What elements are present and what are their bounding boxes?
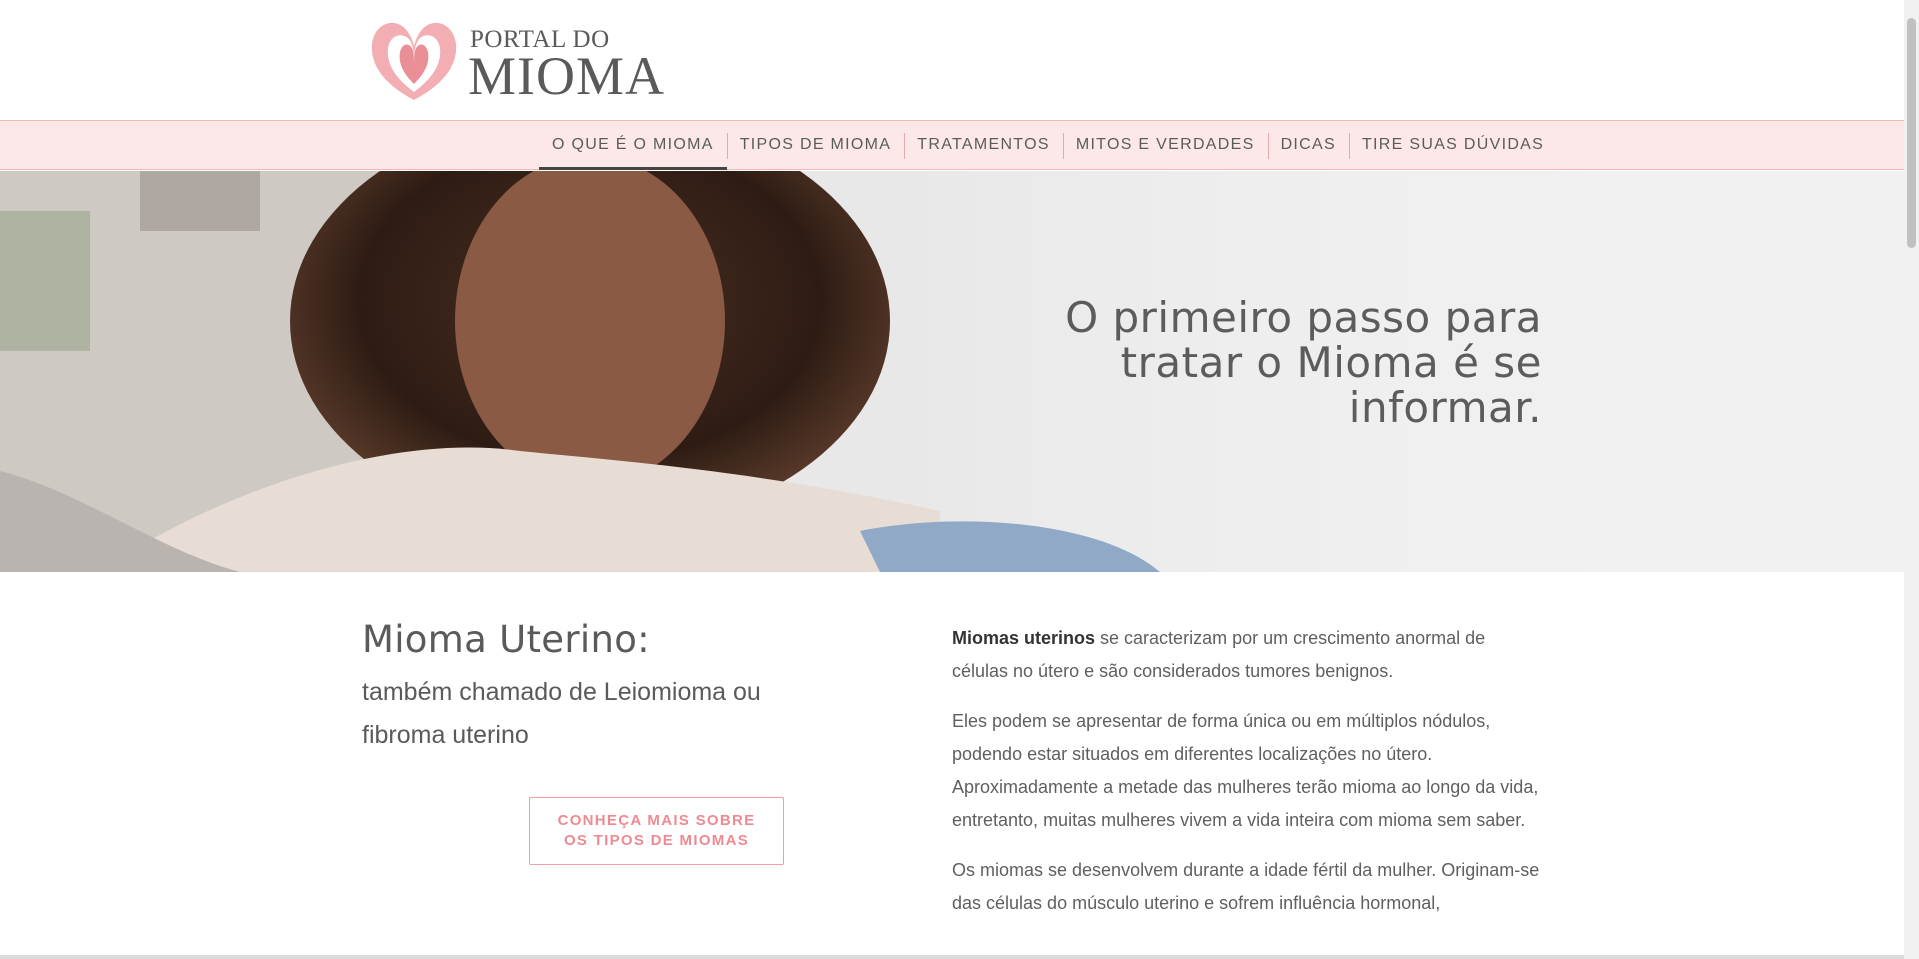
uterus-logo-icon [371, 22, 457, 100]
intro-left-column: Mioma Uterino: também chamado de Leiomio… [362, 618, 802, 757]
paragraph-2: Eles podem se apresentar de forma única … [952, 711, 1539, 830]
nav-list: O QUE É O MIOMA TIPOS DE MIOMA TRATAMENT… [539, 121, 1557, 170]
cta-label: CONHEÇA MAIS SOBRE OS TIPOS DE MIOMAS [557, 812, 756, 849]
portal-logo[interactable]: PORTAL DO MIOMA [368, 16, 664, 106]
intro-text-column: Miomas uterinos se caracterizam por um c… [952, 622, 1542, 937]
logo-text-main: MIOMA [468, 46, 666, 106]
nav-item-tratamentos[interactable]: TRATAMENTOS [904, 121, 1063, 169]
hero-woman-photo [0, 171, 1904, 572]
main-navigation: O QUE É O MIOMA TIPOS DE MIOMA TRATAMENT… [0, 120, 1904, 170]
hero-banner: O primeiro passo para tratar o Mioma é s… [0, 171, 1904, 572]
hero-title: O primeiro passo para tratar o Mioma é s… [1065, 293, 1542, 432]
page-title: Mioma Uterino: [362, 618, 650, 661]
nav-item-mitos-e-verdades[interactable]: MITOS E VERDADES [1062, 121, 1268, 169]
paragraph-1-strong: Miomas uterinos [952, 628, 1096, 648]
tipos-de-miomas-button[interactable]: CONHEÇA MAIS SOBRE OS TIPOS DE MIOMAS [529, 797, 784, 865]
scrollbar-thumb[interactable] [1907, 18, 1916, 248]
nav-item-dicas[interactable]: DICAS [1267, 121, 1349, 169]
paragraph-1: Miomas uterinos se caracterizam por um c… [952, 622, 1542, 688]
paragraph-3: Os miomas se desenvolvem durante a idade… [952, 860, 1540, 913]
nav-item-tire-suas-duvidas[interactable]: TIRE SUAS DÚVIDAS [1348, 121, 1557, 169]
nav-item-tipos-de-mioma[interactable]: TIPOS DE MIOMA [726, 121, 905, 169]
nav-item-o-que-e-o-mioma[interactable]: O QUE É O MIOMA [539, 121, 727, 170]
bottom-divider [0, 955, 1904, 959]
site-header: PORTAL DO MIOMA [0, 0, 1904, 120]
page-scrollbar[interactable] [1904, 0, 1919, 959]
page-subtitle: também chamado de Leiomioma ou fibroma u… [362, 678, 761, 749]
